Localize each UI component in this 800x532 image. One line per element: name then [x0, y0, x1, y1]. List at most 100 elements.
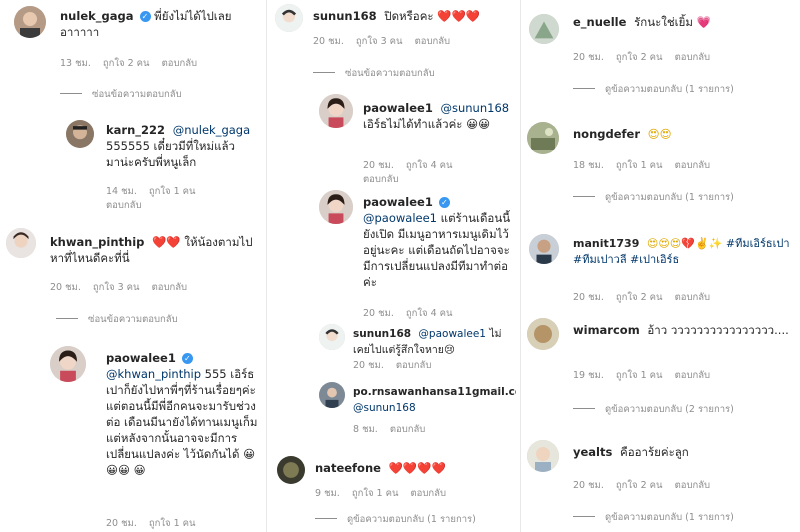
username[interactable]: karn_222 — [106, 123, 165, 137]
avatar[interactable] — [527, 122, 559, 154]
view-replies-toggle[interactable]: ดูข้อความตอบกลับ (1 รายการ) — [573, 82, 734, 97]
like-count[interactable]: ถูกใจ 2 คน — [616, 52, 663, 63]
avatar[interactable] — [14, 6, 46, 38]
comment-body: sunun168 ปิดหรือคะ ❤️❤️❤️ — [313, 8, 513, 24]
username[interactable]: sunun168 — [313, 9, 377, 23]
like-heart-icon[interactable]: ♡ — [493, 388, 501, 398]
username[interactable]: nongdefer — [573, 127, 640, 141]
reply-button[interactable]: ตอบกลับ — [415, 36, 451, 47]
mention-link[interactable]: @sunun168 — [440, 101, 509, 115]
username[interactable]: yealts — [573, 445, 612, 459]
reply-body: sunun168 @paowalee1 ไม่เคยไปแต่รู้สึกใจห… — [353, 326, 503, 358]
reply-button[interactable]: ตอบกลับ — [675, 480, 711, 491]
like-count[interactable]: ถูกใจ 3 คน — [356, 36, 403, 47]
like-heart-icon[interactable]: ♡ — [493, 330, 501, 340]
comment-body: nulek_gaga ✓ พี่ยังไม่ได้ไปเลย อาาาาา — [60, 8, 250, 40]
comment-meta: 20 ชม. ถูกใจ 4 คน — [363, 158, 462, 173]
avatar[interactable] — [277, 456, 305, 484]
reply-button[interactable]: ตอบกลับ — [396, 360, 432, 371]
like-count[interactable]: ถูกใจ 1 คน — [352, 488, 399, 499]
avatar[interactable] — [527, 440, 559, 472]
username[interactable]: sunun168 — [353, 328, 411, 340]
username[interactable]: nateefone — [315, 461, 381, 475]
avatar[interactable] — [527, 318, 559, 350]
view-replies-toggle[interactable]: ดูข้อความตอบกลับ (1 รายการ) — [573, 190, 734, 205]
username[interactable]: wimarcom — [573, 323, 640, 337]
reply-button[interactable]: ตอบกลับ — [106, 200, 142, 211]
comment-body: e_nuelle รักนะใช่เยิ้ม 💗 — [573, 14, 793, 30]
like-count[interactable]: ถูกใจ 1 คน — [616, 160, 663, 171]
comments-panel-middle: sunun168 ปิดหรือคะ ❤️❤️❤️ 20 ชม. ถูกใจ 3… — [266, 0, 516, 532]
avatar[interactable] — [50, 346, 86, 382]
reply-button[interactable]: ตอบกลับ — [411, 488, 447, 499]
username[interactable]: po.rnsawanhansa11gmail.com6 — [353, 386, 516, 398]
username[interactable]: paowalee1 — [106, 351, 176, 365]
hide-replies-toggle[interactable]: ซ่อนข้อความตอบกลับ — [56, 312, 178, 327]
like-count[interactable]: ถูกใจ 2 คน — [616, 292, 663, 303]
avatar[interactable] — [529, 234, 559, 264]
comment-meta: 20 ชม. ตอบกลับ — [353, 358, 440, 373]
mention-link[interactable]: @paowalee1 — [418, 328, 486, 340]
avatar[interactable] — [6, 228, 36, 258]
username[interactable]: manit1739 — [573, 237, 639, 250]
profile-photo-icon — [275, 4, 303, 32]
like-count[interactable]: ถูกใจ 1 คน — [149, 518, 196, 529]
username[interactable]: nulek_gaga — [60, 9, 134, 23]
comment-text: ปิดหรือคะ — [384, 9, 434, 23]
timestamp: 8 ชม. — [353, 424, 378, 435]
avatar[interactable] — [319, 324, 345, 350]
timestamp: 20 ชม. — [313, 36, 344, 47]
mention-link[interactable]: @sunun168 — [353, 402, 416, 414]
mention-link[interactable]: @khwan_pinthip — [106, 367, 201, 381]
username[interactable]: e_nuelle — [573, 15, 626, 29]
username[interactable]: paowalee1 — [363, 101, 433, 115]
view-replies-toggle[interactable]: ดูข้อความตอบกลับ (1 รายการ) — [573, 510, 734, 525]
comment-text: 555555 เดี๋ยวมีที่ใหม่แล้ว มาน่ะครับพี่ห… — [106, 139, 236, 169]
reply-button[interactable]: ตอบกลับ — [675, 52, 711, 63]
timestamp: 20 ชม. — [363, 308, 394, 319]
mention-link[interactable]: @paowalee1 — [363, 211, 437, 225]
reply-button[interactable]: ตอบกลับ — [675, 292, 711, 303]
comment-emoji: 😍😍 — [647, 127, 672, 141]
comment-body: khwan_pinthip ❤️❤️ ให้น้องตามไปหาที่ไหนด… — [50, 234, 260, 266]
timestamp: 9 ชม. — [315, 488, 340, 499]
username[interactable]: khwan_pinthip — [50, 235, 144, 249]
reply-button[interactable]: ตอบกลับ — [363, 174, 399, 185]
view-replies-toggle[interactable]: ดูข้อความตอบกลับ (2 รายการ) — [573, 402, 734, 417]
like-count[interactable]: ถูกใจ 4 คน — [406, 308, 453, 319]
like-count[interactable]: ถูกใจ 1 คน — [616, 370, 663, 381]
profile-photo-icon — [527, 122, 559, 154]
reply-body: po.rnsawanhansa11gmail.com6 @sunun168 — [353, 384, 516, 416]
view-replies-toggle[interactable]: ดูข้อความตอบกลับ (1 รายการ) — [315, 512, 476, 527]
timestamp: 20 ชม. — [363, 160, 394, 171]
profile-photo-icon — [66, 120, 94, 148]
comment-emoji: ❤️❤️ — [152, 235, 181, 249]
like-count[interactable]: ถูกใจ 1 คน — [149, 186, 196, 197]
like-count[interactable]: ถูกใจ 3 คน — [93, 282, 140, 293]
avatar[interactable] — [66, 120, 94, 148]
timestamp: 20 ชม. — [353, 360, 384, 371]
profile-photo-icon — [527, 318, 559, 350]
hide-replies-toggle[interactable]: ซ่อนข้อความตอบกลับ — [60, 87, 182, 102]
avatar[interactable] — [319, 190, 353, 224]
comment-emoji: ❤️❤️❤️❤️ — [388, 461, 446, 475]
like-count[interactable]: ถูกใจ 2 คน — [103, 58, 150, 69]
hide-replies-toggle[interactable]: ซ่อนข้อความตอบกลับ — [313, 66, 435, 81]
comment-meta: ตอบกลับ — [363, 172, 408, 187]
avatar[interactable] — [319, 382, 345, 408]
mention-link[interactable]: @nulek_gaga — [173, 123, 250, 137]
comment-meta: 9 ชม. ถูกใจ 1 คน ตอบกลับ — [315, 486, 455, 501]
reply-button[interactable]: ตอบกลับ — [162, 58, 198, 69]
username[interactable]: paowalee1 — [363, 195, 433, 209]
like-count[interactable]: ถูกใจ 4 คน — [406, 160, 453, 171]
reply-button[interactable]: ตอบกลับ — [675, 160, 711, 171]
avatar[interactable] — [319, 94, 353, 128]
reply-button[interactable]: ตอบกลับ — [390, 424, 426, 435]
reply-button[interactable]: ตอบกลับ — [152, 282, 188, 293]
like-count[interactable]: ถูกใจ 2 คน — [616, 480, 663, 491]
comment-meta: 20 ชม. ถูกใจ 2 คน ตอบกลับ — [573, 478, 719, 493]
avatar[interactable] — [275, 4, 303, 32]
comment-meta: 20 ชม. ถูกใจ 1 คน — [106, 516, 205, 531]
reply-button[interactable]: ตอบกลับ — [675, 370, 711, 381]
avatar[interactable] — [529, 14, 559, 44]
